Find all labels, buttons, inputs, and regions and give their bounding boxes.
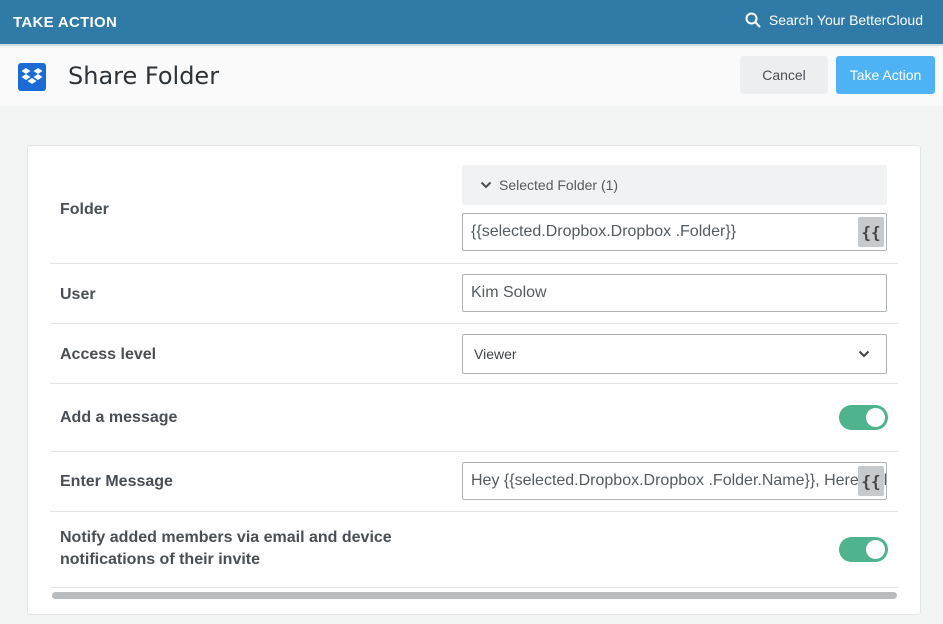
selected-folder-toggle[interactable]: Selected Folder (1)	[462, 165, 887, 205]
chevron-down-icon	[858, 350, 870, 358]
notify-toggle[interactable]	[839, 537, 888, 562]
insert-variable-button[interactable]: {{	[858, 217, 884, 247]
user-label: User	[60, 286, 96, 303]
cancel-button[interactable]: Cancel	[740, 56, 828, 94]
access-level-label: Access level	[60, 346, 157, 363]
toggle-knob	[866, 408, 885, 427]
folder-label: Folder	[60, 201, 109, 218]
folder-field[interactable]: {{selected.Dropbox.Dropbox .Folder}} {{	[462, 213, 887, 251]
user-field[interactable]: Kim Solow	[462, 274, 887, 312]
add-message-row: Add a message	[50, 384, 898, 452]
page-title: Share Folder	[68, 62, 220, 90]
top-bar: TAKE ACTION Search Your BetterCloud	[0, 0, 943, 46]
search-icon	[745, 12, 761, 28]
notify-label-line-1: Notify added members via email and devic…	[60, 529, 392, 546]
chevron-down-icon	[480, 181, 492, 189]
user-value: Kim Solow	[471, 284, 547, 301]
access-level-value: Viewer	[474, 346, 517, 362]
horizontal-scrollbar[interactable]	[52, 592, 897, 599]
insert-variable-button[interactable]: {{	[858, 466, 884, 496]
user-row: User Kim Solow	[50, 264, 898, 324]
access-level-select[interactable]: Viewer	[462, 334, 887, 374]
notify-label-line-2: notifications of their invite	[60, 551, 261, 568]
form-card: Folder Selected Folder (1) {{selected.Dr…	[27, 145, 921, 615]
app-title: TAKE ACTION	[13, 14, 118, 31]
dropbox-icon	[18, 63, 46, 91]
page-header: Share Folder Cancel Take Action	[0, 48, 943, 106]
notify-label: Notify added members via email and devic…	[60, 527, 392, 571]
folder-value: {{selected.Dropbox.Dropbox .Folder}}	[471, 223, 737, 240]
toggle-knob	[866, 540, 885, 559]
search-label: Search Your BetterCloud	[768, 12, 923, 28]
form-panel: Folder Selected Folder (1) {{selected.Dr…	[40, 155, 908, 601]
search-button[interactable]: Search Your BetterCloud	[745, 12, 923, 28]
add-message-label: Add a message	[60, 409, 178, 426]
enter-message-label: Enter Message	[60, 473, 173, 490]
add-message-toggle[interactable]	[839, 405, 888, 430]
message-field[interactable]: Hey {{selected.Dropbox.Dropbox .Folder.N…	[462, 462, 887, 500]
selected-folder-label: Selected Folder (1)	[499, 177, 619, 193]
message-value: Hey {{selected.Dropbox.Dropbox .Folder.N…	[471, 472, 886, 489]
folder-row: Folder Selected Folder (1) {{selected.Dr…	[50, 155, 898, 264]
take-action-button[interactable]: Take Action	[836, 56, 935, 94]
enter-message-row: Enter Message Hey {{selected.Dropbox.Dro…	[50, 452, 898, 512]
access-level-row: Access level Viewer	[50, 324, 898, 384]
notify-row: Notify added members via email and devic…	[50, 512, 898, 588]
